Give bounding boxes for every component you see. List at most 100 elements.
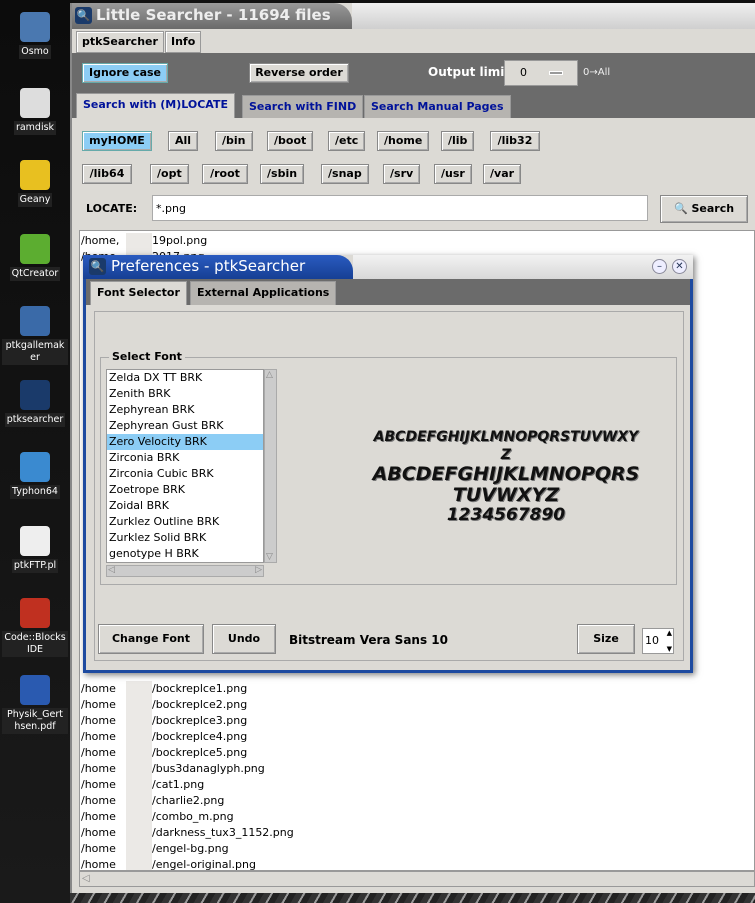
menu-ptksearcher[interactable]: ptkSearcher [76,31,164,53]
redacted-path [126,777,152,793]
spinner-handle-icon[interactable] [549,71,563,75]
desktop-icon[interactable]: ptkgallemaker [0,306,70,365]
tab-mlocate[interactable]: Search with (M)LOCATE [76,93,235,118]
font-list-vertical-scrollbar[interactable]: △ ▽ [264,369,277,563]
dir-button[interactable]: /var [483,164,522,184]
size-button[interactable]: Size [577,624,635,654]
drive-icon [20,88,50,118]
spin-up-icon[interactable]: ▲ [667,629,672,637]
scroll-left-arrow-icon[interactable]: ◁ [108,565,115,575]
tab-external-applications[interactable]: External Applications [190,281,337,305]
result-filename: /combo_m.png [152,810,234,823]
table-row[interactable]: /home, 19pol.png [80,233,754,249]
font-list-item[interactable]: Zirconia Cubic BRK [107,466,263,482]
table-row[interactable]: /home/engel-bg.png [80,841,754,857]
dir-button[interactable]: /usr [434,164,472,184]
dir-button[interactable]: /lib32 [490,131,540,151]
desktop-icon-label: ptkgallemaker [2,339,68,365]
preview-line: Z [500,447,512,463]
font-list-item[interactable]: genotype H BRK [107,546,263,562]
table-row[interactable]: /home/bockreplce1.png [80,681,754,697]
font-list-item[interactable]: Zenith BRK [107,386,263,402]
table-row[interactable]: /home/engel-original.png [80,857,754,870]
dir-button[interactable]: /etc [328,131,366,151]
dir-button[interactable]: /srv [383,164,421,184]
dir-button[interactable]: /opt [150,164,189,184]
table-row[interactable]: /home/charlie2.png [80,793,754,809]
redacted-path [126,681,152,697]
desktop-icon[interactable]: ptksearcher [0,380,70,427]
font-size-value: 10 [645,634,659,647]
gallery-icon [20,306,50,336]
window-title-bar[interactable]: 🔍 Little Searcher - 11694 files [72,3,352,29]
toolbar: Ignore case Reverse order Output limit 0… [72,53,755,93]
dir-button[interactable]: /root [202,164,248,184]
font-list[interactable]: Zelda DX TT BRK Zenith BRK Zephyrean BRK Ze… [106,369,264,563]
dialog-title-bar[interactable]: 🔍 Preferences - ptkSearcher [83,255,353,279]
desktop-icon-label: Typhon64 [10,485,60,499]
desktop: Osmo ramdisk Geany QtCreator ptkgallemaker pt… [0,0,70,903]
table-row[interactable]: /home/darkness_tux3_1152.png [80,825,754,841]
reverse-order-toggle[interactable]: Reverse order [249,63,349,83]
font-list-item[interactable]: Zurklez Outline BRK [107,514,263,530]
dir-button[interactable]: /bin [215,131,253,151]
desktop-icon[interactable]: Typhon64 [0,452,70,499]
desktop-icon-label: Physik_Gerthsen.pdf [2,708,68,734]
dialog-title: Preferences - ptkSearcher [111,257,306,275]
table-row[interactable]: /home/cat1.png [80,777,754,793]
output-limit-spinner[interactable]: 0 [504,60,578,86]
dir-button[interactable]: /boot [267,131,314,151]
font-preview: ABCDEFGHIJKLMNOPQRSTUVWXY Z ABCDEFGHIJKL… [326,428,686,524]
font-list-item[interactable]: Zoidal BRK [107,498,263,514]
table-row[interactable]: /home/combo_m.png [80,809,754,825]
dir-button[interactable]: /snap [321,164,369,184]
table-row[interactable]: /home/bockreplce3.png [80,713,754,729]
desktop-icon[interactable]: Physik_Gerthsen.pdf [0,675,70,734]
undo-button[interactable]: Undo [212,624,276,654]
font-list-item[interactable]: Zurklez Solid BRK [107,530,263,546]
font-list-item[interactable]: Zero Velocity BRK [107,434,263,450]
results-horizontal-scrollbar[interactable]: ◁ [79,871,755,887]
table-row[interactable]: /home/bockreplce2.png [80,697,754,713]
desktop-icon[interactable]: Code::Blocks IDE [0,598,70,657]
tab-man-pages[interactable]: Search Manual Pages [364,95,511,118]
table-row[interactable]: /home/bockreplce4.png [80,729,754,745]
minimize-button[interactable]: – [652,259,667,274]
ignore-case-toggle[interactable]: Ignore case [82,63,168,83]
locate-input[interactable] [152,195,648,221]
desktop-icon[interactable]: ptkFTP.pl [0,526,70,573]
dir-button[interactable]: /lib64 [82,164,132,184]
search-button[interactable]: 🔍 Search [660,195,748,223]
scroll-right-arrow-icon[interactable]: ▷ [255,565,262,575]
scroll-down-arrow-icon[interactable]: ▽ [266,552,273,562]
table-row[interactable]: /home/bockreplce5.png [80,745,754,761]
dir-button[interactable]: /home [377,131,430,151]
font-list-item[interactable]: Zoetrope BRK [107,482,263,498]
tab-font-selector[interactable]: Font Selector [90,281,187,305]
scroll-left-arrow-icon[interactable]: ◁ [82,873,90,884]
desktop-icon[interactable]: Geany [0,160,70,207]
font-size-spinner[interactable]: 10 ▲ ▼ [642,628,674,654]
font-list-item[interactable]: Zephyrean Gust BRK [107,418,263,434]
result-path: /home [81,794,116,807]
scroll-up-arrow-icon[interactable]: △ [266,370,273,380]
close-button[interactable]: ✕ [672,259,687,274]
table-row[interactable]: /home/bus3danaglyph.png [80,761,754,777]
font-list-item[interactable]: Zephyrean BRK [107,402,263,418]
preferences-dialog: 🔍 Preferences - ptkSearcher – ✕ Font Sele… [83,255,693,673]
magnifier-icon: 🔍 [673,202,692,215]
font-list-horizontal-scrollbar[interactable]: ◁ ▷ [106,565,264,577]
desktop-icon[interactable]: Osmo [0,12,70,59]
change-font-button[interactable]: Change Font [98,624,204,654]
dir-button[interactable]: /sbin [260,164,305,184]
font-list-item[interactable]: Zirconia BRK [107,450,263,466]
tab-find[interactable]: Search with FIND [242,95,364,118]
dir-button[interactable]: /lib [441,131,475,151]
desktop-icon[interactable]: ramdisk [0,88,70,135]
desktop-icon[interactable]: QtCreator [0,234,70,281]
font-list-item[interactable]: Zelda DX TT BRK [107,370,263,386]
dir-button[interactable]: All [168,131,199,151]
menu-info[interactable]: Info [165,31,202,53]
spin-down-icon[interactable]: ▼ [667,645,672,653]
dir-button[interactable]: myHOME [82,131,152,151]
